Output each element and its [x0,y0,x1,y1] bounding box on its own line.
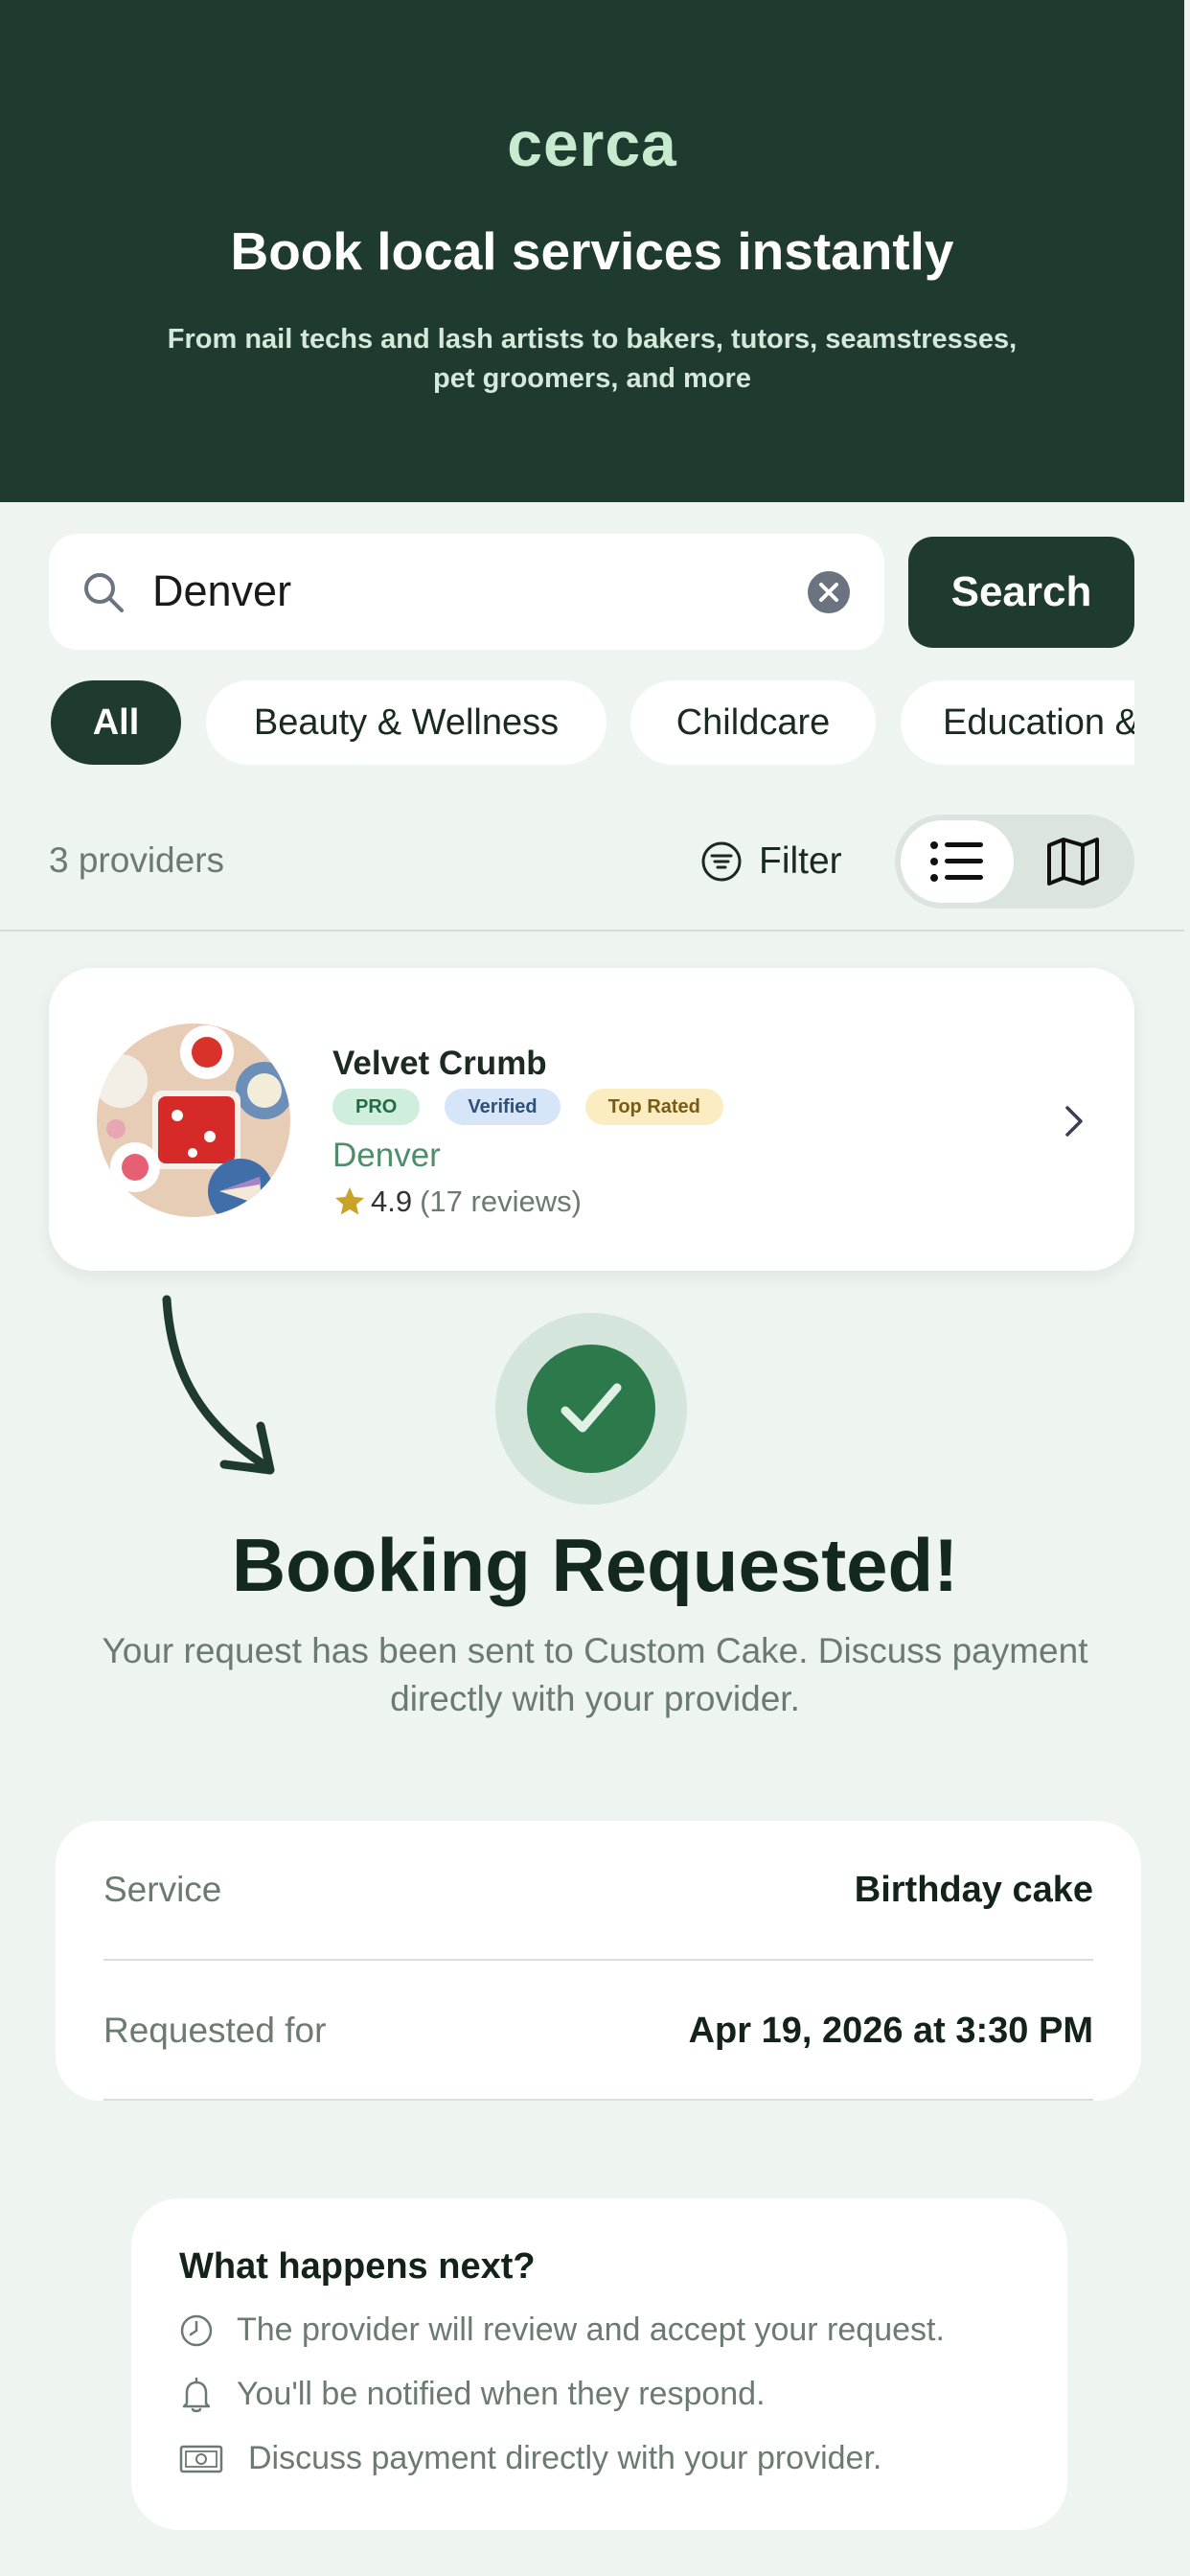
clock-icon [180,2314,213,2346]
search-bar[interactable] [49,534,884,650]
hero-subtitle: From nail techs and lash artists to bake… [167,324,1018,394]
service-value: Birthday cake [854,1869,1093,1910]
view-toggle [895,815,1134,908]
list-icon [930,841,983,882]
category-chips: All Beauty & Wellness Childcare Educatio… [0,680,1134,767]
provider-badges: PRO Verified Top Rated [332,1089,723,1125]
provider-avatar [97,1024,290,1217]
service-row: Service Birthday cake [103,1821,1093,1961]
map-icon [1047,838,1099,886]
chip-childcare[interactable]: Childcare [630,680,876,765]
success-title: Booking Requested! [231,1523,959,1607]
rating-value: 4.9 [371,1184,413,1218]
list-view-button[interactable] [901,820,1014,903]
provider-rating: 4.9 (17 reviews) [332,1184,582,1219]
pro-badge: PRO [332,1089,421,1125]
search-input[interactable] [152,558,823,625]
provider-count: 3 providers [49,840,225,880]
filter-icon [701,841,742,882]
next-step-item: You'll be notified when they respond. [179,2376,766,2413]
requested-value: Apr 19, 2026 at 3:30 PM [688,2010,1093,2051]
next-steps-title: What happens next? [179,2246,536,2287]
service-label: Service [103,1870,222,1909]
success-badge [495,1313,687,1505]
next-step-item: Discuss payment directly with your provi… [179,2440,881,2477]
provider-name: Velvet Crumb [332,1045,547,1082]
top-rated-badge: Top Rated [584,1089,723,1125]
cash-icon [179,2445,223,2472]
requested-row: Requested for Apr 19, 2026 at 3:30 PM [103,1961,1093,2101]
divider [0,930,1184,932]
hero-banner: cerca Book local services instantly From… [0,0,1184,502]
booking-details-card: Service Birthday cake Requested for Apr … [56,1821,1141,2101]
next-steps-card: What happens next? The provider will rev… [131,2198,1067,2530]
clear-search-icon[interactable] [807,570,851,614]
divider [103,2099,1093,2101]
check-icon [561,1383,622,1433]
filter-label: Filter [759,840,842,882]
hero-title: Book local services instantly [230,221,954,281]
search-button[interactable]: Search [908,537,1134,648]
chip-all[interactable]: All [51,680,181,765]
review-count: (17 reviews) [420,1184,582,1218]
requested-label: Requested for [103,2011,327,2050]
provider-card[interactable]: Velvet Crumb PRO Verified Top Rated Denv… [49,968,1134,1271]
chip-beauty-wellness[interactable]: Beauty & Wellness [206,680,606,765]
chevron-right-icon [1065,1106,1083,1137]
provider-city: Denver [332,1137,441,1174]
bell-icon [182,2377,211,2412]
next-step-item: The provider will review and accept your… [179,2312,945,2349]
curved-arrow-icon [162,1295,275,1475]
verified-badge: Verified [445,1089,561,1125]
filter-button[interactable]: Filter [699,832,842,891]
success-message: Your request has been sent to Custom Cak… [102,1631,1088,1718]
search-icon [84,573,124,612]
star-icon [335,1187,364,1215]
brand-logo: cerca [507,108,677,179]
map-view-button[interactable] [1018,820,1129,903]
chip-education[interactable]: Education & [901,680,1134,765]
